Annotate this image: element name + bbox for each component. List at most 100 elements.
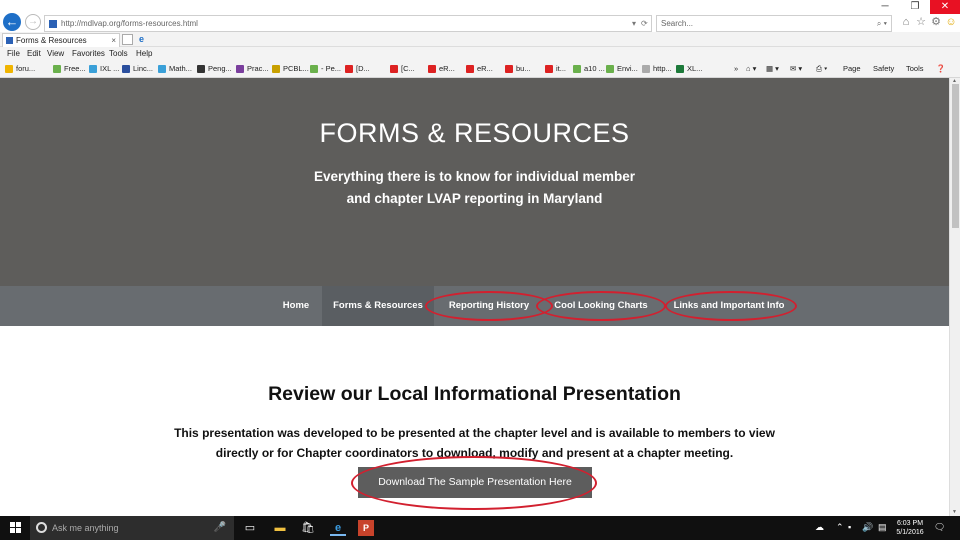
windows-start-icon[interactable] bbox=[10, 522, 22, 534]
nav-home[interactable]: Home bbox=[272, 286, 320, 326]
tools-menu[interactable]: Tools bbox=[906, 63, 924, 75]
cortana-search[interactable]: Ask me anything 🎤 bbox=[30, 516, 234, 540]
restore-button[interactable]: ❐ bbox=[900, 0, 930, 14]
file-explorer-icon[interactable]: ▬ bbox=[272, 520, 288, 536]
favorite-youtube-icon bbox=[345, 65, 353, 73]
favorite-youtube-icon bbox=[428, 65, 436, 73]
help-icon[interactable]: ❓ bbox=[936, 63, 945, 75]
new-tab-button[interactable] bbox=[122, 34, 133, 45]
system-clock[interactable]: 6:03 PM 5/1/2016 bbox=[893, 519, 927, 537]
red-highlight-circle bbox=[425, 291, 553, 321]
favorite-site-icon bbox=[122, 65, 130, 73]
clock-date: 5/1/2016 bbox=[896, 529, 924, 536]
favorite-site-icon bbox=[272, 65, 280, 73]
favorite-item[interactable]: a10 ... bbox=[573, 63, 605, 75]
web-page: FORMS & RESOURCES Everything there is to… bbox=[0, 78, 949, 516]
favorite-site-icon bbox=[89, 65, 97, 73]
search-field[interactable]: Search... ⌕ ▾ bbox=[656, 15, 892, 32]
favorite-item[interactable]: eR... bbox=[466, 63, 493, 75]
powerpoint-icon[interactable]: P bbox=[358, 520, 374, 536]
forward-button[interactable]: → bbox=[25, 14, 41, 30]
internet-explorer-taskbar-icon[interactable]: e bbox=[330, 520, 346, 536]
minimize-button[interactable]: ─ bbox=[870, 0, 900, 14]
search-placeholder: Search... bbox=[661, 19, 694, 28]
volume-icon[interactable]: 🔊 bbox=[862, 522, 873, 533]
refresh-icon[interactable]: ⟳ bbox=[641, 15, 648, 32]
page-scrollbar[interactable]: ▲ ▼ bbox=[949, 78, 960, 516]
tab-forms-resources[interactable]: Forms & Resources × bbox=[2, 33, 120, 47]
favorite-item[interactable]: - Pe... bbox=[310, 63, 341, 75]
favorite-item[interactable]: bu... bbox=[505, 63, 531, 75]
section-title: Review our Local Informational Presentat… bbox=[268, 383, 681, 405]
favorite-item[interactable]: IXL ... bbox=[89, 63, 119, 75]
clock-time: 6:03 PM bbox=[896, 520, 924, 527]
ie-logo-icon: e bbox=[138, 34, 144, 44]
address-bar[interactable]: http://mdlvap.org/forms-resources.html bbox=[44, 15, 652, 32]
tray-expand-icon[interactable]: ⌃ bbox=[836, 522, 844, 533]
menu-view[interactable]: View bbox=[47, 47, 64, 60]
mail-icon[interactable]: ✉ ▾ bbox=[790, 63, 802, 75]
favorite-penguin-icon bbox=[197, 65, 205, 73]
favorite-item[interactable]: XL... bbox=[676, 63, 702, 75]
favorite-item[interactable]: Prac... bbox=[236, 63, 269, 75]
favorite-item[interactable]: http... bbox=[642, 63, 672, 75]
onedrive-icon[interactable]: ☁ bbox=[815, 522, 824, 533]
browser-chrome: ← → http://mdlvap.org/forms-resources.ht… bbox=[0, 0, 960, 78]
favorite-item[interactable]: [D... bbox=[345, 63, 370, 75]
feeds-icon[interactable]: ▦ ▾ bbox=[766, 63, 779, 75]
favorite-item[interactable]: PCBL... bbox=[272, 63, 309, 75]
network-icon[interactable]: ▤ bbox=[878, 522, 887, 533]
favorite-item[interactable]: Free... bbox=[53, 63, 86, 75]
cortana-placeholder: Ask me anything bbox=[52, 523, 119, 533]
feedback-smiley-icon[interactable]: ☺ bbox=[945, 15, 957, 29]
page-title: FORMS & RESOURCES bbox=[319, 118, 630, 148]
favorite-site-icon bbox=[606, 65, 614, 73]
search-icon[interactable]: ⌕ ▾ bbox=[877, 16, 887, 31]
favorite-item[interactable]: foru... bbox=[5, 63, 35, 75]
windows-taskbar: Ask me anything 🎤 ▭ ▬ 🛍 e P ☁ ⌃ ▪ 🔊 ▤ 6:… bbox=[0, 516, 960, 540]
favorite-excel-icon bbox=[676, 65, 684, 73]
microphone-icon[interactable]: 🎤 bbox=[214, 516, 226, 540]
home-command-icon[interactable]: ⌂ ▾ bbox=[746, 63, 756, 75]
favorite-item[interactable]: Math... bbox=[158, 63, 192, 75]
task-view-icon[interactable]: ▭ bbox=[242, 520, 258, 536]
red-highlight-circle bbox=[536, 291, 666, 321]
favorites-overflow-icon[interactable]: » bbox=[734, 63, 738, 75]
favorite-page-icon bbox=[642, 65, 650, 73]
settings-gear-icon[interactable]: ⚙ bbox=[930, 15, 942, 29]
print-icon[interactable]: ⎙ ▾ bbox=[816, 63, 827, 75]
page-subtitle: Everything there is to know for individu… bbox=[0, 166, 949, 210]
screen: ← → http://mdlvap.org/forms-resources.ht… bbox=[0, 0, 960, 540]
safety-menu[interactable]: Safety bbox=[873, 63, 894, 75]
site-favicon-icon bbox=[49, 20, 57, 28]
home-icon[interactable]: ⌂ bbox=[900, 15, 912, 29]
favorite-youtube-icon bbox=[466, 65, 474, 73]
notifications-icon[interactable]: 🗨 bbox=[934, 522, 945, 533]
menu-help[interactable]: Help bbox=[136, 47, 152, 60]
scroll-down-icon[interactable]: ▼ bbox=[952, 509, 957, 515]
favorite-item[interactable]: Linc... bbox=[122, 63, 153, 75]
menu-edit[interactable]: Edit bbox=[27, 47, 41, 60]
subtitle-line-1: Everything there is to know for individu… bbox=[313, 169, 636, 184]
tray-app-icon[interactable]: ▪ bbox=[848, 522, 851, 532]
favorite-item[interactable]: Envi... bbox=[606, 63, 638, 75]
favorite-youtube-icon bbox=[545, 65, 553, 73]
menu-tools[interactable]: Tools bbox=[109, 47, 128, 60]
nav-forms-resources[interactable]: Forms & Resources bbox=[322, 286, 434, 326]
favorite-item[interactable]: Peng... bbox=[197, 63, 232, 75]
address-dropdown-icon[interactable]: ▾ bbox=[632, 15, 636, 32]
favorite-item[interactable]: [C... bbox=[390, 63, 415, 75]
favorite-site-icon bbox=[236, 65, 244, 73]
favorite-site-icon bbox=[573, 65, 581, 73]
menu-file[interactable]: File bbox=[7, 47, 20, 60]
menu-favorites[interactable]: Favorites bbox=[72, 47, 105, 60]
store-icon[interactable]: 🛍 bbox=[300, 520, 316, 536]
back-button[interactable]: ← bbox=[3, 13, 21, 31]
favorite-item[interactable]: it... bbox=[545, 63, 566, 75]
tab-close-icon[interactable]: × bbox=[111, 34, 116, 47]
favorite-item[interactable]: eR... bbox=[428, 63, 455, 75]
page-menu[interactable]: Page bbox=[843, 63, 861, 75]
scroll-thumb[interactable] bbox=[952, 84, 959, 228]
close-window-button[interactable]: ✕ bbox=[930, 0, 960, 14]
favorites-star-icon[interactable]: ☆ bbox=[915, 15, 927, 29]
